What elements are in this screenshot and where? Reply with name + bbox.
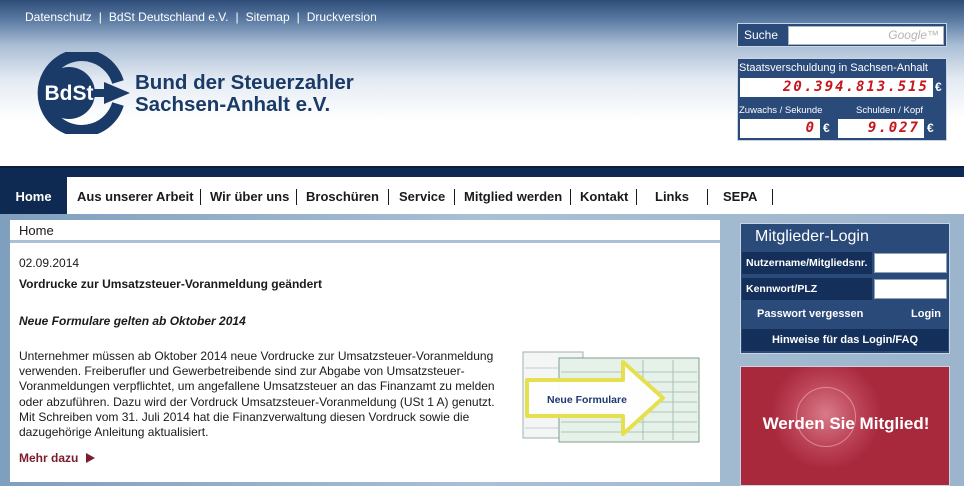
nav-separator [570,189,571,205]
login-title: Mitglieder-Login [755,228,869,245]
nav-kontakt[interactable]: Kontakt [580,177,628,216]
link-datenschutz[interactable]: Datenschutz [25,10,92,24]
nav-wir-ueber-uns[interactable]: Wir über uns [210,177,289,216]
breadcrumb-divider [10,240,720,243]
nav-links[interactable]: Links [655,177,689,216]
nav-home[interactable]: Home [0,177,67,216]
login-button[interactable]: Login [911,308,941,320]
nav-aus-unserer-arbeit[interactable]: Aus unserer Arbeit [77,177,194,216]
username-label: Nutzername/Mitgliedsnr. [742,252,872,274]
logo-text: BdSt [45,82,94,105]
link-sitemap[interactable]: Sitemap [246,10,290,24]
image-caption: Neue Formulare [547,394,627,406]
euro-symbol: € [823,121,830,135]
nav-service[interactable]: Service [399,177,445,216]
euro-symbol: € [935,80,942,94]
link-druckversion[interactable]: Druckversion [307,10,377,24]
nav-separator [454,189,455,205]
link-bdst-deutschland[interactable]: BdSt Deutschland e.V. [109,10,229,24]
username-field[interactable] [874,253,947,273]
search-input[interactable] [788,25,944,45]
debt-per-capita-value: 9.027 [838,119,924,138]
search-box: Suche [737,23,947,47]
org-name-line2: Sachsen-Anhalt e.V. [135,93,331,116]
login-faq-link[interactable]: Hinweise für das Login/FAQ [742,329,948,351]
debt-total: 20.394.813.515 [740,78,933,97]
nav-separator [200,189,201,205]
debt-title: Staatsverschuldung in Sachsen-Anhalt [739,62,928,74]
nav-separator [388,189,389,205]
more-link-label: Mehr dazu [19,451,79,465]
top-links: Datenschutz | BdSt Deutschland e.V. | Si… [25,10,377,24]
top-link-separator: | [296,10,300,24]
debt-increase-value: 0 [740,119,820,138]
nav-separator [296,189,297,205]
org-name-line1: Bund der Steuerzahler [135,71,354,94]
nav-sepa[interactable]: SEPA [723,177,757,216]
more-link[interactable]: Mehr dazu [19,451,96,465]
article-headline[interactable]: Vordrucke zur Umsatzsteuer-Voranmeldung … [19,277,322,291]
become-member-banner[interactable]: Werden Sie Mitglied! [740,366,950,486]
breadcrumb[interactable]: Home [19,223,54,238]
search-label: Suche [744,28,779,42]
top-link-separator: | [98,10,102,24]
triangle-right-icon [86,453,96,463]
article-subhead: Neue Formulare gelten ab Oktober 2014 [19,314,246,328]
euro-symbol: € [927,121,934,135]
main-content: Home 02.09.2014 Vordrucke zur Umsatzsteu… [10,220,720,482]
debt-clock: Staatsverschuldung in Sachsen-Anhalt 20.… [737,58,947,141]
nav-mitglied-werden[interactable]: Mitglied werden [464,177,562,216]
nav-separator [772,189,773,205]
debt-per-capita-label: Schulden / Kopf [856,105,924,116]
main-nav: Home Aus unserer Arbeit Wir über uns Bro… [0,166,964,216]
article-body: Unternehmer müssen ab Oktober 2014 neue … [19,349,495,440]
debt-increase-label: Zuwachs / Sekunde [739,105,823,116]
org-name: Bund der Steuerzahler Sachsen-Anhalt e.V… [135,72,354,116]
forgot-password-link[interactable]: Passwort vergessen [757,308,863,320]
password-label: Kennwort/PLZ [742,278,872,300]
top-link-separator: | [235,10,239,24]
password-field[interactable] [874,279,947,299]
nav-separator [707,189,708,205]
nav-separator [636,189,637,205]
article-image[interactable]: Neue Formulare [513,348,709,446]
become-member-text: Werden Sie Mitglied! [762,414,930,433]
nav-broschueren[interactable]: Broschüren [306,177,379,216]
login-panel: Mitglieder-Login Nutzername/Mitgliedsnr.… [740,223,950,354]
article-date: 02.09.2014 [19,256,80,270]
bdst-logo[interactable]: BdSt [22,52,132,134]
